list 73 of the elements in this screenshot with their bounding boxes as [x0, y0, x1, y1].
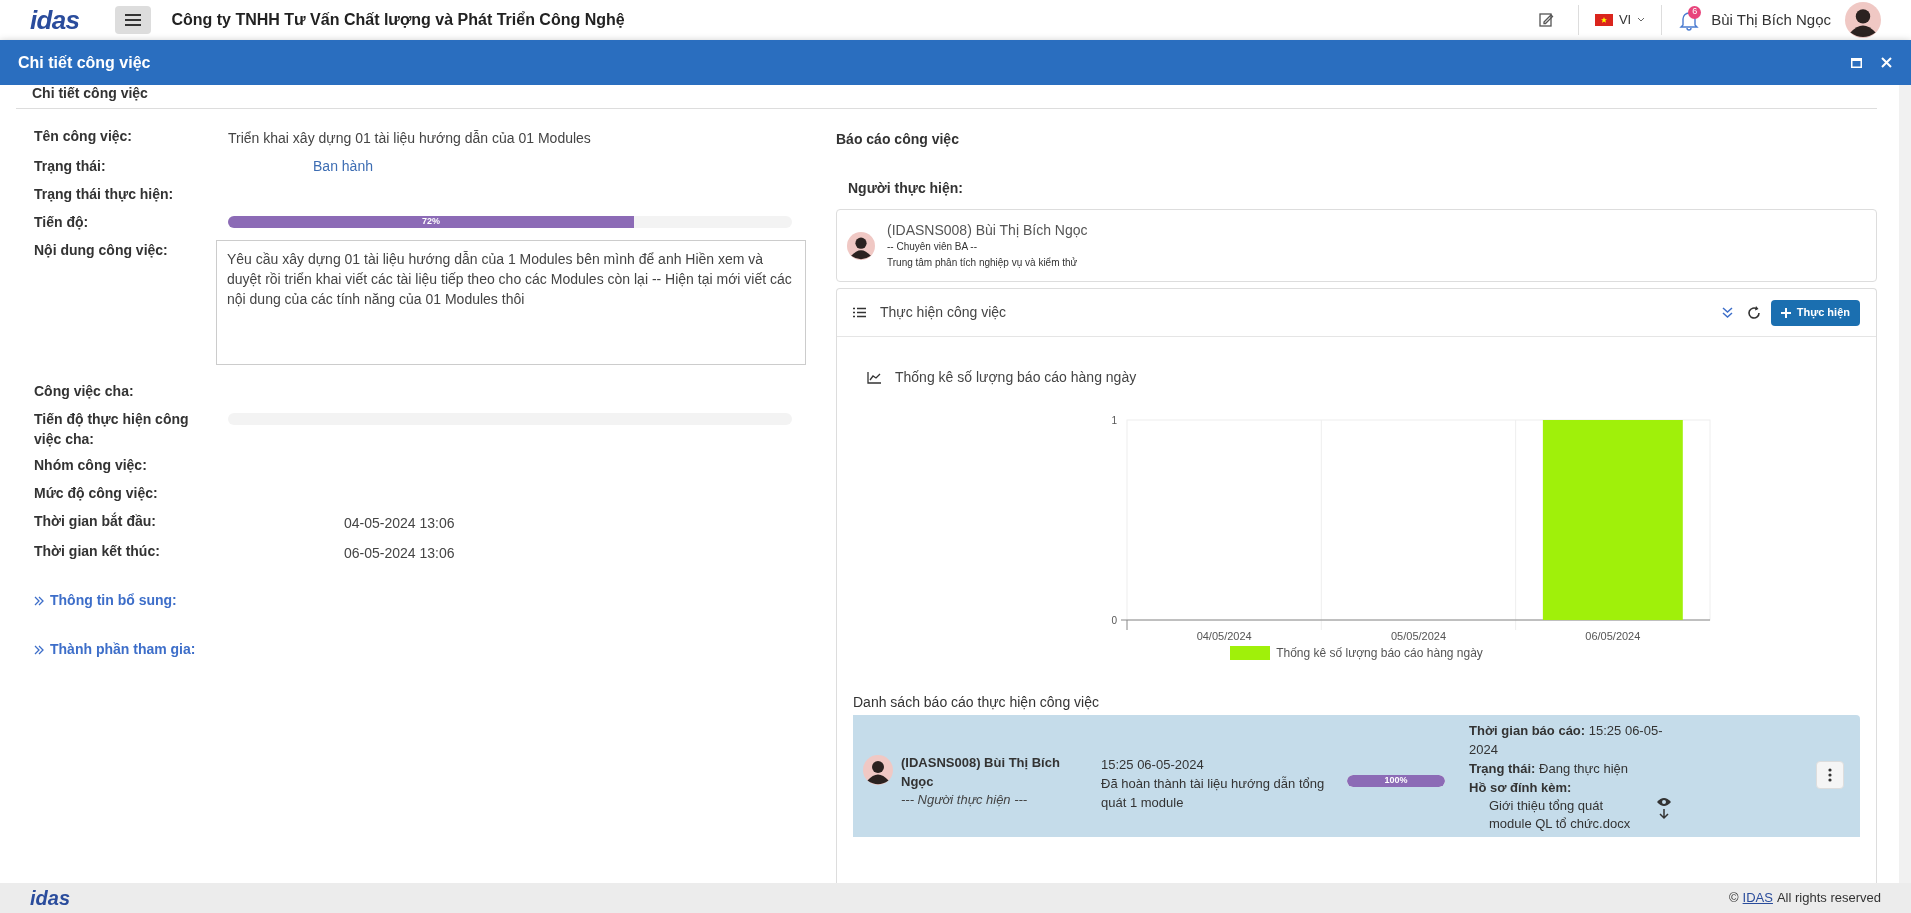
field-label: Tiến độ: [34, 213, 90, 232]
assignee-position: -- Chuyên viên BA -- [887, 239, 979, 254]
field-label: Thời gian bắt đầu: [34, 511, 157, 531]
field-label: Trạng thái thực hiện: [34, 185, 175, 204]
tick-label: 06/05/2024 [1584, 630, 1640, 642]
tick-label: 0 [1110, 615, 1117, 626]
report-content: Đã hoàn thành tài liệu hướng dẫn tổng quát 1 module [1101, 775, 1326, 812]
eye-icon[interactable] [1657, 797, 1671, 807]
double-chevron-icon [34, 595, 44, 606]
chevron-down-icon [1637, 17, 1646, 23]
reporter-name: (IDASNS008) Bùi Thị Bích Ngọc [901, 754, 1061, 791]
copyright-symbol: © [1729, 889, 1739, 908]
panel-title: Báo cáo công việc [836, 130, 960, 149]
legend-label: Thống kê số lượng báo cáo hàng ngày [1276, 645, 1483, 662]
field-label: Nhóm công việc: [34, 456, 148, 475]
collapse-button[interactable] [1721, 306, 1733, 319]
field-label: Nội dung công việc: [34, 241, 169, 260]
avatar [863, 755, 893, 785]
tick-label: 05/05/2024 [1390, 630, 1446, 642]
field-label: Mức độ công việc: [34, 484, 159, 503]
plus-icon [1780, 307, 1791, 318]
report-status: Trạng thái: Đang thực hiện [1469, 760, 1629, 778]
avatar [847, 231, 875, 260]
refresh-button[interactable] [1746, 305, 1761, 320]
field-label: Công việc cha: [34, 382, 135, 401]
language-selector[interactable]: VI [1577, 5, 1663, 35]
notification-badge: 6 [1688, 5, 1702, 19]
add-button[interactable]: Thực hiện [1770, 299, 1860, 326]
company-name: Công ty TNHH Tư Vấn Chất lượng và Phát Triển Công Nghệ [171, 10, 625, 30]
field-value: 06-05-2024 13:06 [344, 545, 455, 561]
logo: idas [30, 7, 80, 33]
double-chevron-icon [34, 644, 44, 655]
tick-label: 1 [1110, 415, 1117, 426]
field-label: Tiến độ thực hiện công việc cha: [34, 410, 190, 449]
status-value: Ban hành [313, 157, 373, 176]
kebab-menu-icon [1828, 768, 1832, 782]
section-title: Chi tiết công việc [32, 84, 148, 103]
field-value: 04-05-2024 13:06 [344, 515, 455, 531]
report-time: 15:25 06-05-2024 [1101, 756, 1205, 774]
menu-icon[interactable] [125, 14, 142, 26]
section-link[interactable]: Thành phần tham gia: [34, 639, 196, 660]
field-label: Thời gian kết thúc: [34, 542, 161, 561]
reporter-role: --- Người thực hiện --- [901, 791, 1029, 809]
chart-icon [867, 371, 881, 384]
field-label: Người thực hiện: [848, 179, 964, 198]
assignee-name: (IDASNS008) Bùi Thị Bích Ngọc [887, 220, 1088, 239]
flag-icon [1594, 14, 1613, 26]
content-textarea[interactable]: Yêu cầu xây dựng 01 tài liệu hướng dẫn của 1 Modules bên mình để anh Hiền xem và duyệt rồi triển khai viết các tài liệu tiếp theo cho các Modules còn lại -- Hiện tại mới viết các nội dung của các tính năng của 01 Modules thôi [216, 240, 806, 365]
menu-button[interactable] [115, 6, 152, 34]
assignee-department: Trung tâm phân tích nghiệp vụ và kiểm thử [887, 255, 1079, 270]
progress-fill: 72% [228, 216, 635, 228]
user-avatar [1845, 2, 1881, 38]
progress-fill: 100% [1347, 775, 1445, 787]
list-title: Danh sách báo cáo thực hiện công việc [853, 693, 1100, 712]
attachment-name[interactable]: Giới thiệu tổng quát module QL tổ chức.docx [1489, 797, 1649, 833]
user-name: Bùi Thị Bích Ngọc [1711, 9, 1831, 30]
panel-title: Thực hiện công việc [880, 303, 1007, 322]
field-label: Tên công việc: [34, 127, 134, 146]
footer-link[interactable]: IDAS [1742, 888, 1773, 908]
modal-title: Chi tiết công việc [18, 52, 151, 73]
attachments-label: Hồ sơ đính kèm: [1469, 779, 1573, 797]
chart-title: Thống kê số lượng báo cáo hàng ngày [895, 368, 1137, 387]
download-icon[interactable] [1659, 809, 1669, 820]
edit-icon[interactable] [1537, 12, 1554, 28]
list-icon [853, 307, 866, 318]
close-button[interactable] [1879, 55, 1893, 70]
tick-label: 04/05/2024 [1196, 630, 1252, 642]
section-link[interactable]: Thông tin bổ sung: [34, 590, 177, 611]
logo: idas [30, 888, 71, 908]
footer-text: All rights reserved [1776, 889, 1881, 908]
field-value: Triển khai xây dựng 01 tài liệu hướng dẫn của 01 Modules [228, 130, 591, 146]
report-time: Thời gian báo cáo: 15:25 06-05-2024 [1469, 722, 1664, 759]
field-label: Trạng thái: [34, 157, 107, 176]
